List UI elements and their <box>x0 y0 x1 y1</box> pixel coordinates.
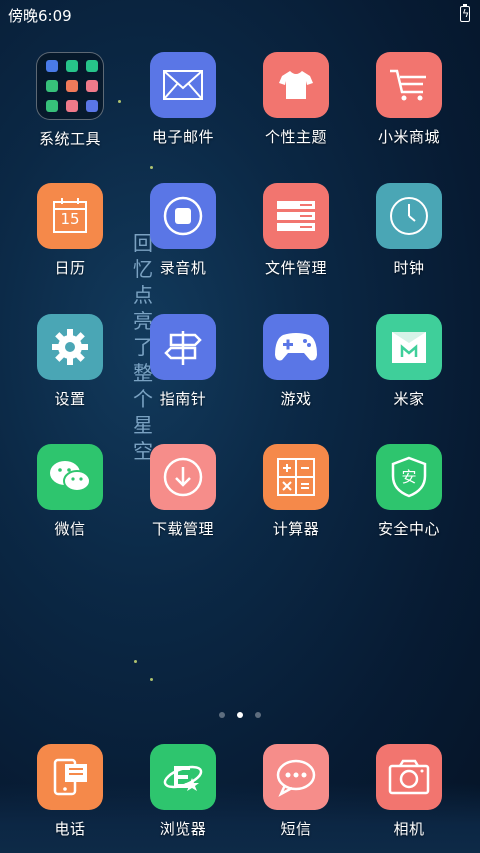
app-system-tools-folder[interactable]: 系统工具 <box>15 52 125 149</box>
dock-camera[interactable]: 相机 <box>354 744 464 839</box>
page-dot-active[interactable] <box>237 712 243 718</box>
download-icon <box>150 444 216 510</box>
camera-icon <box>376 744 442 810</box>
app-compass[interactable]: 指南针 <box>128 314 238 409</box>
phone-icon <box>37 744 103 810</box>
app-label: 下载管理 <box>151 520 214 538</box>
app-downloads[interactable]: 下载管理 <box>128 444 238 539</box>
page-indicator[interactable] <box>0 703 480 722</box>
app-label: 计算器 <box>272 520 320 538</box>
app-games[interactable]: 游戏 <box>241 314 351 409</box>
page-dot[interactable] <box>255 712 261 718</box>
app-label: 小米商城 <box>377 128 440 146</box>
folder-icon <box>36 52 104 120</box>
dock-browser[interactable]: 浏览器 <box>128 744 238 839</box>
app-label: 电话 <box>54 820 86 838</box>
wechat-icon <box>37 444 103 510</box>
app-label: 短信 <box>280 820 312 838</box>
app-clock[interactable]: 时钟 <box>354 183 464 278</box>
calendar-icon: 15 <box>37 183 103 249</box>
app-label: 录音机 <box>159 259 207 277</box>
app-mijia[interactable]: 米家 <box>354 314 464 409</box>
browser-icon <box>150 744 216 810</box>
app-wechat[interactable]: 微信 <box>15 444 125 539</box>
dock-phone[interactable]: 电话 <box>15 744 125 839</box>
shield-icon: 安 <box>376 444 442 510</box>
tshirt-icon <box>263 52 329 118</box>
app-label: 日历 <box>54 259 86 277</box>
file-manager-icon <box>263 183 329 249</box>
mijia-box-icon <box>376 314 442 380</box>
app-label: 系统工具 <box>38 130 101 148</box>
status-bar: 傍晚6:09 ϟ <box>0 0 480 28</box>
star-decoration <box>134 660 137 663</box>
app-label: 米家 <box>393 390 425 408</box>
dock-messages[interactable]: 短信 <box>241 744 351 839</box>
star-decoration <box>150 678 153 681</box>
app-themes[interactable]: 个性主题 <box>241 52 351 147</box>
record-icon <box>150 183 216 249</box>
app-label: 设置 <box>54 390 86 408</box>
envelope-icon <box>150 52 216 118</box>
app-label: 个性主题 <box>264 128 327 146</box>
status-time: 傍晚6:09 <box>8 7 72 25</box>
app-label: 指南针 <box>159 390 207 408</box>
app-recorder[interactable]: 录音机 <box>128 183 238 278</box>
gamepad-icon <box>263 314 329 380</box>
clock-icon <box>376 183 442 249</box>
app-security-center[interactable]: 安 安全中心 <box>354 444 464 539</box>
app-label: 相机 <box>393 820 425 838</box>
app-settings[interactable]: 设置 <box>15 314 125 409</box>
app-file-manager[interactable]: 文件管理 <box>241 183 351 278</box>
app-email[interactable]: 电子邮件 <box>128 52 238 147</box>
battery-charging-icon: ϟ <box>460 4 470 22</box>
app-mi-store[interactable]: 小米商城 <box>354 52 464 147</box>
app-label: 浏览器 <box>159 820 207 838</box>
app-label: 安全中心 <box>377 520 440 538</box>
shield-badge-text: 安 <box>401 468 417 486</box>
star-decoration <box>150 166 153 169</box>
gear-icon <box>37 314 103 380</box>
home-screen: 回忆点亮了整个星空 傍晚6:09 ϟ 系统工具 电子邮件 个性主题 小米商城 1… <box>0 0 480 853</box>
shopping-cart-icon <box>376 52 442 118</box>
app-label: 时钟 <box>393 259 425 277</box>
app-label: 微信 <box>54 520 86 538</box>
calculator-icon <box>263 444 329 510</box>
app-label: 电子邮件 <box>151 128 214 146</box>
app-calculator[interactable]: 计算器 <box>241 444 351 539</box>
chat-bubble-icon <box>263 744 329 810</box>
app-label: 文件管理 <box>264 259 327 277</box>
signpost-icon <box>150 314 216 380</box>
page-dot[interactable] <box>219 712 225 718</box>
app-label: 游戏 <box>280 390 312 408</box>
app-calendar[interactable]: 15 日历 <box>15 183 125 278</box>
calendar-day: 15 <box>60 210 80 228</box>
